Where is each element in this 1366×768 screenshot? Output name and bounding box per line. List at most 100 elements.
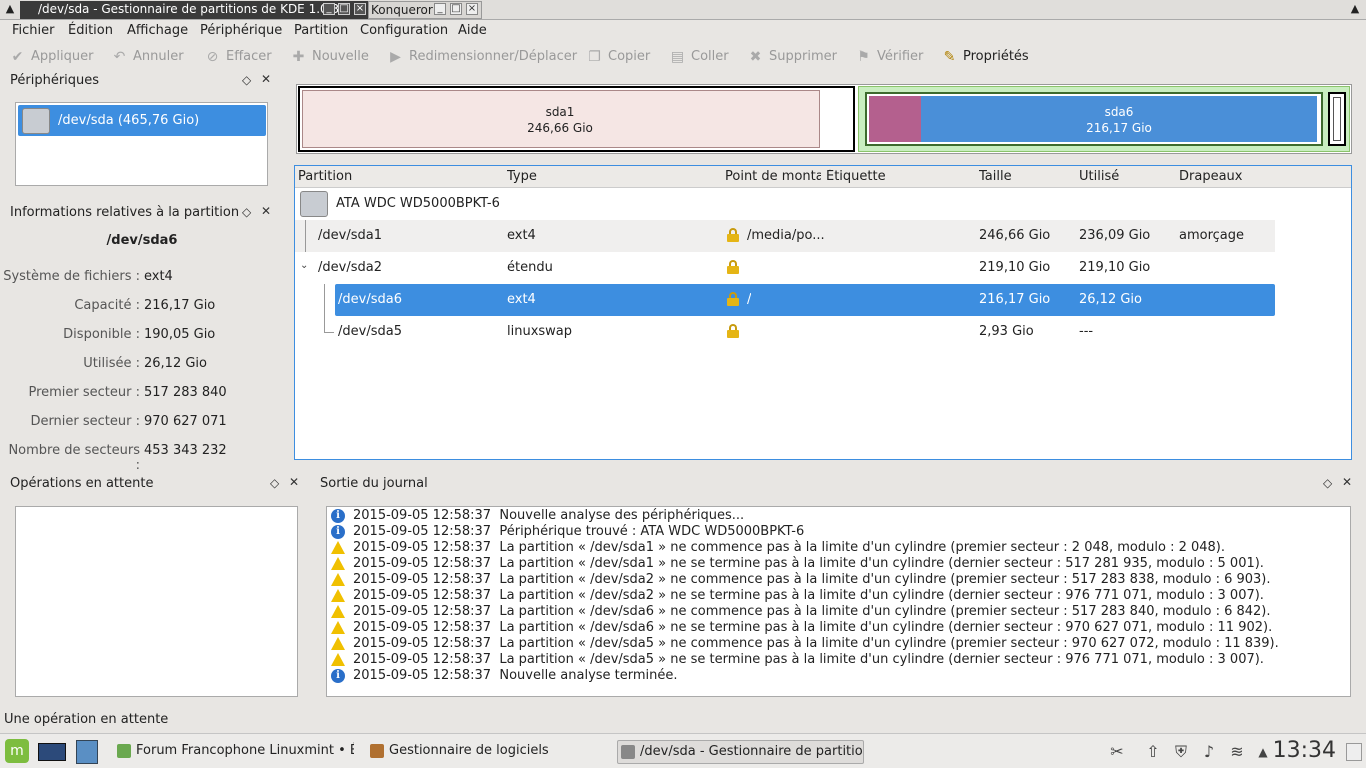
pending-operations-list[interactable] (15, 506, 298, 697)
info-partition-name: /dev/sda6 (106, 233, 178, 248)
info-label-filesystem: Système de fichiers : (3, 269, 140, 284)
pending-panel-close-icon[interactable]: ✕ (289, 475, 299, 489)
cell-partition: /dev/sda6 (338, 292, 402, 307)
partition-manager-icon (621, 745, 635, 759)
cell-type: ext4 (507, 228, 536, 243)
copy-button[interactable]: ❐ Copier (586, 47, 650, 67)
maximize-button[interactable]: □ (338, 3, 350, 15)
info-label-last-sector: Dernier secteur : (30, 414, 140, 429)
log-panel-title: Sortie du journal (320, 476, 428, 491)
tray-expand-icon[interactable]: ▲ (1252, 741, 1274, 763)
cell-used: 236,09 Gio (1079, 228, 1151, 243)
graph-sda6-size: 216,17 Gio (1086, 121, 1152, 135)
file-manager-icon[interactable] (76, 740, 98, 764)
task-firefox[interactable]: Forum Francophone Linuxmint • Écrire (114, 740, 354, 764)
graph-sda2-extended[interactable]: sda6 216,17 Gio (858, 86, 1350, 152)
apply-button[interactable]: ✔ Appliquer (9, 47, 94, 67)
cell-size: 246,66 Gio (979, 228, 1051, 243)
devices-panel-float-icon[interactable]: ◇ (242, 73, 251, 87)
graph-sda5[interactable] (1328, 92, 1346, 146)
check-button[interactable]: ⚑ Vérifier (855, 47, 923, 67)
show-desktop-icon[interactable] (38, 743, 66, 761)
info-label-capacity: Capacité : (74, 298, 140, 313)
clock[interactable]: 13:34 (1273, 738, 1336, 763)
info-panel-float-icon[interactable]: ◇ (242, 205, 251, 219)
warning-icon (331, 637, 345, 650)
cell-mount: /media/po... (747, 228, 825, 243)
menu-affichage[interactable]: Affichage (127, 23, 188, 38)
table-row[interactable]: /dev/sda5 linuxswap 2,93 Gio --- (295, 316, 1275, 348)
table-row-disk[interactable]: ATA WDC WD5000BPKT-6 (295, 188, 1275, 220)
warning-icon (331, 621, 345, 634)
info-icon: i (331, 525, 345, 539)
col-size[interactable]: Taille (979, 169, 1069, 184)
undo-button[interactable]: ↶ Annuler (111, 47, 184, 67)
menu-fichier[interactable]: Fichier (12, 23, 55, 38)
pending-panel-float-icon[interactable]: ◇ (270, 476, 279, 490)
col-used[interactable]: Utilisé (1079, 169, 1169, 184)
undo-icon: ↶ (113, 49, 126, 65)
resize-move-button[interactable]: ▶ Redimensionner/Déplacer (387, 47, 577, 67)
menu-configuration[interactable]: Configuration (360, 23, 448, 38)
log-panel-float-icon[interactable]: ◇ (1323, 476, 1332, 490)
taskbar: m Forum Francophone Linuxmint • Écrire G… (0, 733, 1366, 768)
window-tab-konqueror[interactable]: Konqueror (368, 1, 482, 19)
paste-button[interactable]: ▤ Coller (669, 47, 729, 67)
cell-mount: / (747, 292, 752, 307)
info-panel-close-icon[interactable]: ✕ (261, 204, 271, 218)
table-row-selected[interactable]: /dev/sda6 ext4 / 216,17 Gio 26,12 Gio (335, 284, 1275, 316)
pending-panel-title: Opérations en attente (10, 476, 154, 491)
menu-partition[interactable]: Partition (294, 23, 348, 38)
keep-above-icon[interactable]: ▲ (1348, 2, 1362, 16)
network-icon[interactable]: ≋ (1226, 741, 1248, 763)
cell-used: 219,10 Gio (1079, 260, 1151, 275)
konqueror-minimize-button[interactable]: _ (434, 3, 446, 15)
table-row[interactable]: ⌄ /dev/sda2 étendu 219,10 Gio 219,10 Gio (295, 252, 1275, 284)
device-item-sda[interactable]: /dev/sda (465,76 Gio) (18, 105, 266, 136)
window-tab-active[interactable]: /dev/sda - Gestionnaire de partitions de… (20, 1, 368, 19)
window-title: /dev/sda - Gestionnaire de partitions de… (38, 2, 340, 16)
copy-icon: ❐ (588, 49, 601, 65)
col-type[interactable]: Type (507, 169, 717, 184)
task-software-manager[interactable]: Gestionnaire de logiciels (367, 740, 567, 764)
shield-icon[interactable]: ⛨ (1170, 741, 1192, 763)
minimize-button[interactable]: _ (323, 3, 335, 15)
warning-icon (331, 605, 345, 618)
graph-sda1[interactable]: sda1 246,66 Gio (298, 86, 855, 152)
clear-button[interactable]: ⊘ Effacer (204, 47, 272, 67)
lock-icon (727, 260, 739, 274)
properties-button[interactable]: ✎ Propriétés (941, 47, 1029, 67)
menu-aide[interactable]: Aide (458, 23, 487, 38)
log-panel-close-icon[interactable]: ✕ (1342, 475, 1352, 489)
tools-icon[interactable]: ✂ (1106, 741, 1128, 763)
tree-line (305, 220, 306, 252)
chevron-down-icon[interactable]: ⌄ (300, 260, 308, 271)
info-label-sector-count: Nombre de secteurs : (8, 443, 140, 473)
tree-line (324, 316, 325, 332)
col-mount[interactable]: Point de montage (725, 169, 821, 184)
graph-sda1-label: sda1 246,66 Gio (300, 104, 820, 136)
volume-icon[interactable]: ♪ (1198, 741, 1220, 763)
menu-peripherique[interactable]: Périphérique (200, 23, 282, 38)
new-button[interactable]: ✚ Nouvelle (290, 47, 369, 67)
task-partition-manager[interactable]: /dev/sda - Gestionnaire de partitions de… (617, 740, 864, 764)
delete-button[interactable]: ✖ Supprimer (747, 47, 837, 67)
konqueror-maximize-button[interactable]: □ (450, 3, 462, 15)
cell-size: 2,93 Gio (979, 324, 1034, 339)
cell-type: étendu (507, 260, 553, 275)
devices-panel-close-icon[interactable]: ✕ (261, 72, 271, 86)
col-partition[interactable]: Partition (298, 169, 498, 184)
notification-icon[interactable] (1346, 743, 1362, 761)
window-menu-icon[interactable]: ▲ (3, 2, 17, 16)
konqueror-close-button[interactable]: × (466, 3, 478, 15)
col-label[interactable]: Étiquette (826, 169, 966, 184)
table-header: Partition Type Point de montage Étiquett… (295, 166, 1351, 188)
col-flags[interactable]: Drapeaux (1179, 169, 1269, 184)
konqueror-title: Konqueror (371, 3, 433, 17)
menu-edition[interactable]: Édition (68, 23, 113, 38)
close-button[interactable]: × (354, 3, 366, 15)
graph-sda6[interactable]: sda6 216,17 Gio (865, 92, 1323, 146)
mint-menu-icon[interactable]: m (5, 739, 29, 763)
table-row[interactable]: /dev/sda1 ext4 /media/po... 246,66 Gio 2… (295, 220, 1275, 252)
update-icon[interactable]: ⇧ (1142, 741, 1164, 763)
